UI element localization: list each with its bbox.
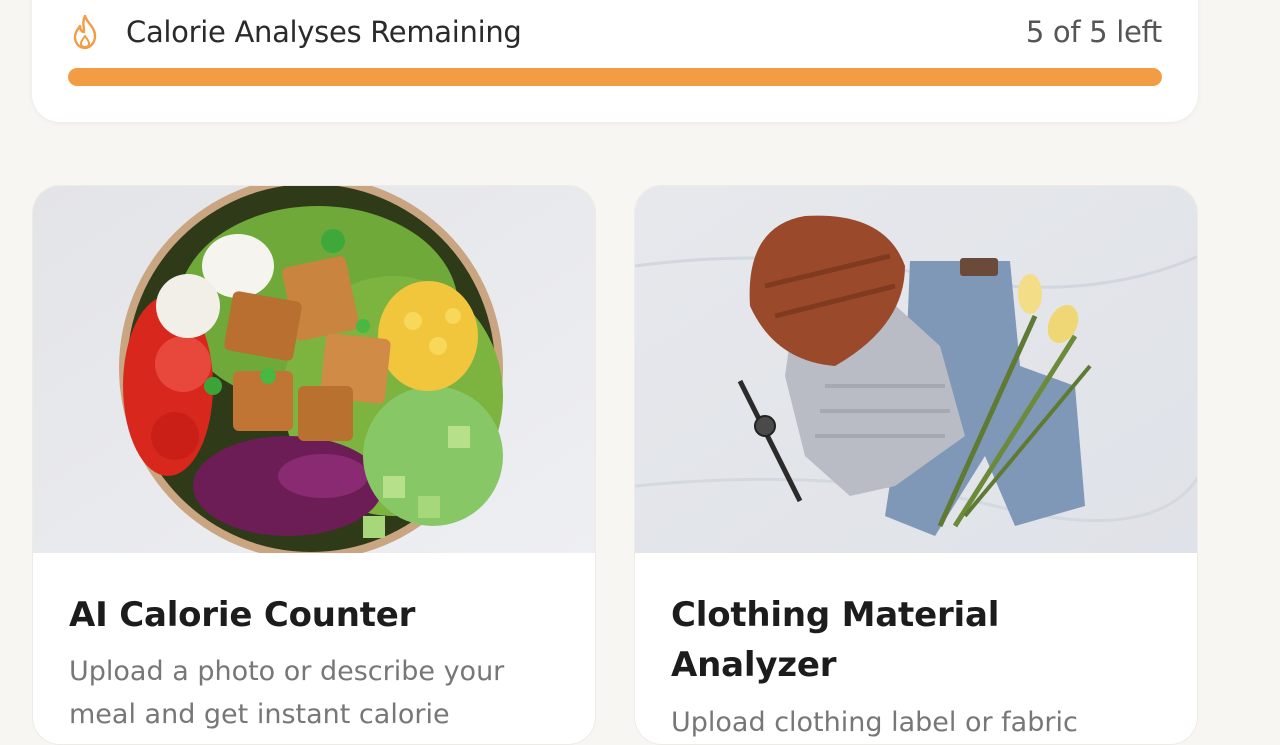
card-description: Upload clothing label or fabric	[671, 707, 1078, 738]
calorie-counter-card[interactable]: AI Calorie Counter Upload a photo or des…	[32, 185, 596, 745]
card-title: Clothing Material Analyzer	[671, 595, 1000, 685]
usage-title: Calorie Analyses Remaining	[126, 15, 522, 49]
usage-progress-fill	[68, 68, 1162, 86]
clothing-analyzer-card[interactable]: Clothing Material Analyzer Upload clothi…	[634, 185, 1198, 745]
usage-progress-bar	[68, 68, 1162, 86]
usage-header: Calorie Analyses Remaining 5 of 5 left	[70, 14, 1162, 50]
card-title: AI Calorie Counter	[69, 595, 416, 635]
usage-card: Calorie Analyses Remaining 5 of 5 left	[32, 0, 1198, 122]
flame-icon	[70, 14, 100, 50]
folded-clothes-photo	[635, 186, 1197, 553]
card-description: Upload a photo or describe your meal and…	[69, 656, 505, 730]
salad-bowl-photo	[33, 186, 595, 553]
usage-count: 5 of 5 left	[1025, 15, 1162, 49]
